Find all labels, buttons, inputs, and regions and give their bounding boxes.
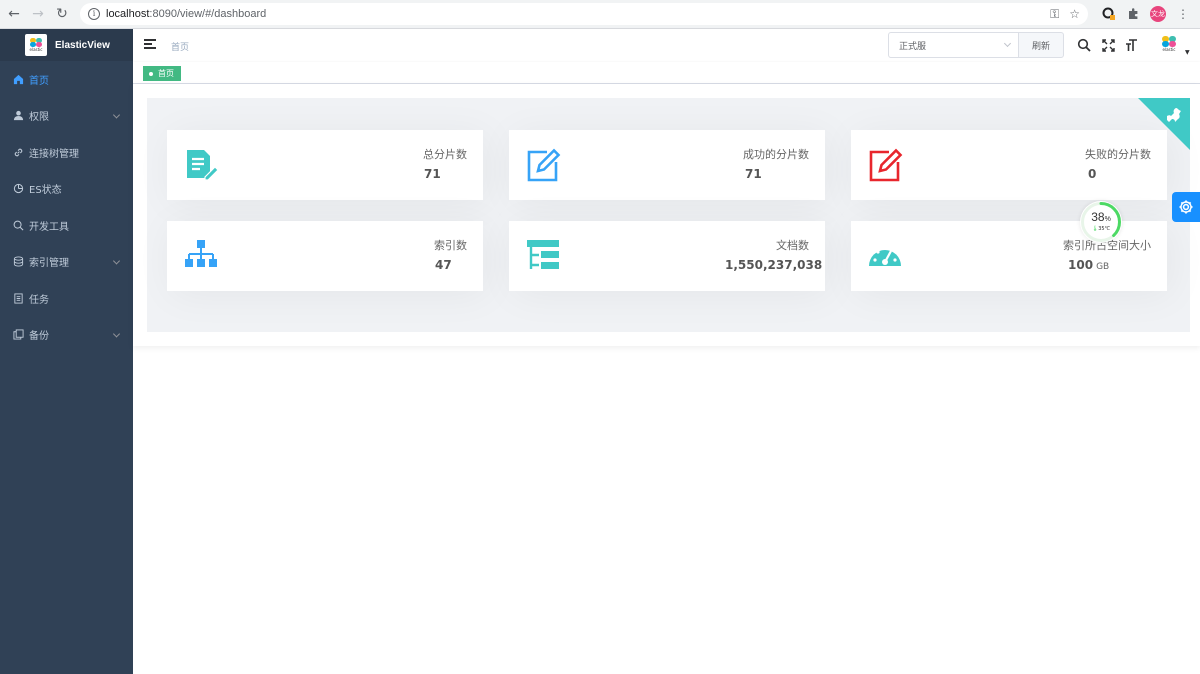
bookmark-star-icon[interactable]: ☆ (1069, 7, 1080, 21)
dashboard-gauge-icon (867, 238, 903, 274)
extension-icon[interactable] (1102, 7, 1116, 21)
card-value: 1,550,237,038 (725, 258, 823, 272)
sidebar-item-tasks[interactable]: 任务 (0, 280, 133, 317)
sidebar-item-label: 索引管理 (29, 258, 69, 270)
card-total-shards[interactable]: 总分片数 71 (167, 130, 483, 200)
breadcrumb[interactable]: 首页 (171, 40, 189, 53)
brand[interactable]: elastic ElasticView (0, 29, 133, 61)
perf-temperature: 🌡35℃ (1091, 226, 1111, 232)
fullscreen-icon[interactable] (1100, 37, 1116, 53)
document-edit-icon (183, 147, 219, 183)
sidebar-item-label: 备份 (29, 331, 49, 343)
card-label: 总分片数 (423, 148, 467, 161)
card-label: 索引数 (434, 239, 467, 252)
sidebar-item-es-status[interactable]: ES状态 (0, 171, 133, 208)
card-failed-shards[interactable]: 失败的分片数 0 (851, 130, 1167, 200)
home-icon (12, 73, 24, 85)
pie-chart-icon (12, 183, 24, 195)
performance-widget[interactable]: 38% 🌡35℃ (1080, 201, 1122, 243)
user-icon (12, 110, 24, 122)
brand-title: ElasticView (55, 39, 110, 51)
panel-group: 总分片数 71 成功的分片数 71 失败的分片数 0 索引数 47 文档数 1,… (147, 98, 1190, 332)
chevron-down-icon (112, 257, 121, 265)
edit-icon (525, 147, 561, 183)
card-document-count[interactable]: 文档数 1,550,237,038 (509, 221, 825, 291)
env-select[interactable]: 正式服 (888, 32, 1019, 58)
database-icon (12, 256, 24, 268)
hamburger-icon[interactable] (144, 39, 156, 49)
sidebar-item-label: 任务 (29, 294, 49, 306)
tag-home[interactable]: 首页 (143, 66, 181, 81)
card-label: 成功的分片数 (743, 148, 809, 161)
navbar: 首页 正式服 刷新 elastic ▼ (133, 29, 1200, 62)
link-icon (12, 146, 24, 158)
chevron-down-icon (112, 111, 121, 119)
sidebar-item-label: 权限 (29, 112, 49, 124)
tree-table-icon (525, 238, 561, 274)
dashboard-panel: 总分片数 71 成功的分片数 71 失败的分片数 0 索引数 47 文档数 1,… (133, 84, 1200, 346)
sidebar: elastic ElasticView 首页 权限 连接树管理 ES状态 开发工… (0, 29, 133, 674)
more-vert-icon[interactable]: ⋮ (1176, 7, 1190, 21)
sidebar-item-home[interactable]: 首页 (0, 61, 133, 98)
user-avatar[interactable]: elastic (1158, 33, 1180, 55)
sidebar-menu: 首页 权限 连接树管理 ES状态 开发工具 索引管理 任务 备份 (0, 61, 133, 353)
card-label: 文档数 (776, 239, 809, 252)
elastic-logo: elastic (25, 34, 47, 56)
sidebar-item-index-management[interactable]: 索引管理 (0, 244, 133, 281)
env-select-value: 正式服 (899, 41, 927, 52)
gear-icon (1179, 200, 1193, 214)
octocat-icon (1167, 108, 1181, 122)
sidebar-item-label: 首页 (29, 75, 49, 87)
github-corner[interactable] (1138, 98, 1190, 150)
site-info-icon[interactable]: i (88, 8, 100, 20)
card-value: 71 (745, 167, 762, 181)
address-bar[interactable]: i localhost:8090/view/#/dashboard ⚿ ☆ (80, 3, 1088, 25)
settings-drawer-button[interactable] (1172, 192, 1200, 222)
card-value: 100 GB (1068, 258, 1110, 272)
key-icon[interactable]: ⚿ (1050, 7, 1059, 22)
puzzle-extensions-icon[interactable] (1126, 7, 1140, 21)
browser-toolbar: ← → ↻ i localhost:8090/view/#/dashboard … (0, 0, 1200, 29)
sidebar-item-backup[interactable]: 备份 (0, 317, 133, 354)
refresh-button[interactable]: 刷新 (1018, 32, 1064, 58)
card-value: 71 (424, 167, 441, 181)
font-size-icon[interactable] (1124, 37, 1140, 53)
sidebar-item-permission[interactable]: 权限 (0, 98, 133, 135)
tree-icon (183, 238, 219, 274)
reload-icon[interactable]: ↻ (52, 4, 72, 24)
edit-icon (867, 147, 903, 183)
caret-down-icon[interactable]: ▼ (1185, 49, 1190, 56)
main-content: 总分片数 71 成功的分片数 71 失败的分片数 0 索引数 47 文档数 1,… (133, 84, 1200, 674)
back-icon[interactable]: ← (4, 4, 24, 24)
forward-icon[interactable]: → (28, 4, 48, 24)
search-icon (12, 219, 24, 231)
document-icon (12, 292, 24, 304)
perf-percent: 38% (1091, 210, 1111, 224)
chevron-down-icon (112, 330, 121, 338)
search-icon[interactable] (1076, 37, 1092, 53)
sidebar-item-label: ES状态 (29, 185, 62, 197)
sidebar-item-link-tree[interactable]: 连接树管理 (0, 134, 133, 171)
sidebar-item-label: 连接树管理 (29, 148, 79, 160)
card-value: 0 (1088, 167, 1097, 181)
card-value: 47 (435, 258, 452, 272)
profile-avatar[interactable]: 文龙 (1150, 6, 1166, 22)
sidebar-item-label: 开发工具 (29, 221, 69, 233)
card-success-shards[interactable]: 成功的分片数 71 (509, 130, 825, 200)
tags-view: 首页 (133, 62, 1200, 84)
chevron-down-icon (1003, 39, 1012, 48)
card-index-count[interactable]: 索引数 47 (167, 221, 483, 291)
sidebar-item-dev-tools[interactable]: 开发工具 (0, 207, 133, 244)
url-text: localhost:8090/view/#/dashboard (106, 8, 267, 20)
copy-icon (12, 329, 24, 341)
